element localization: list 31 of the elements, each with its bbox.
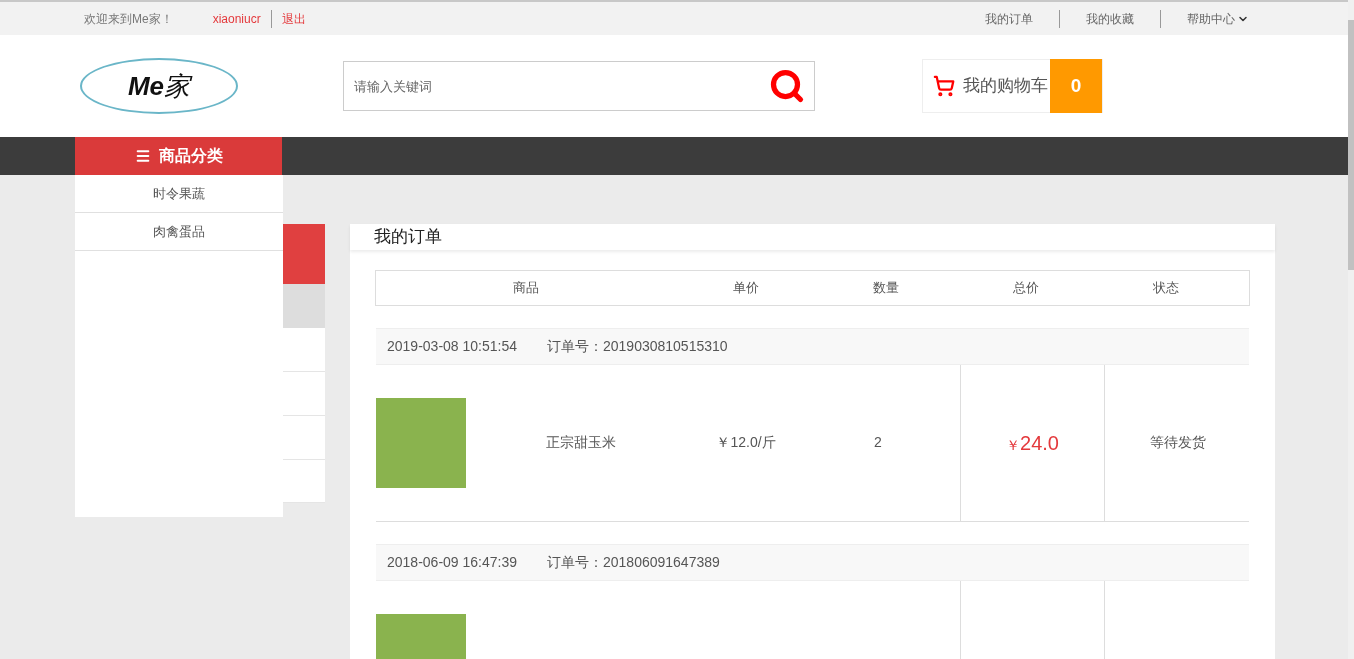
- top-link[interactable]: 帮助中心: [1161, 9, 1266, 28]
- category-button[interactable]: 商品分类: [75, 137, 282, 175]
- username-link[interactable]: xiaoniucr: [212, 9, 272, 28]
- unit-price: ￥12.0/斤: [716, 434, 776, 450]
- category-item[interactable]: 时令果蔬: [75, 175, 283, 213]
- order-number: 订单号：2019030810515310: [547, 336, 728, 356]
- welcome-text: 欢迎来到Me家！: [84, 10, 173, 28]
- column-header: 状态: [1152, 278, 1180, 297]
- menu-icon: [134, 148, 151, 164]
- product-name: 正宗甜玉米: [546, 434, 616, 450]
- quantity: 2: [874, 434, 882, 450]
- cart-button[interactable]: 我的购物车 0: [922, 59, 1103, 113]
- logo[interactable]: Me家: [80, 58, 238, 114]
- order-date: 2018-06-09 16:47:39: [387, 552, 517, 572]
- search-icon[interactable]: [769, 68, 805, 104]
- column-header: 单价: [732, 278, 760, 297]
- column-header: 数量: [872, 278, 900, 297]
- column-header: 总价: [1012, 278, 1040, 297]
- panel-title: 我的订单: [374, 226, 442, 248]
- search-field[interactable]: 请输入关键词: [343, 61, 815, 111]
- total-price: ￥24.0: [1006, 430, 1059, 456]
- top-link[interactable]: 我的订单: [959, 9, 1060, 28]
- logout-link[interactable]: 退出: [281, 9, 306, 28]
- category-item[interactable]: 肉禽蛋品: [75, 213, 283, 251]
- order-date: 2019-03-08 10:51:54: [387, 336, 517, 356]
- order-number: 订单号：201806091647389: [547, 552, 720, 572]
- cart-icon: [933, 75, 955, 97]
- cart-count: 0: [1050, 59, 1102, 113]
- column-header: 商品: [512, 278, 540, 297]
- order-status: 等待发货: [1150, 433, 1206, 452]
- top-link[interactable]: 我的收藏: [1060, 9, 1161, 28]
